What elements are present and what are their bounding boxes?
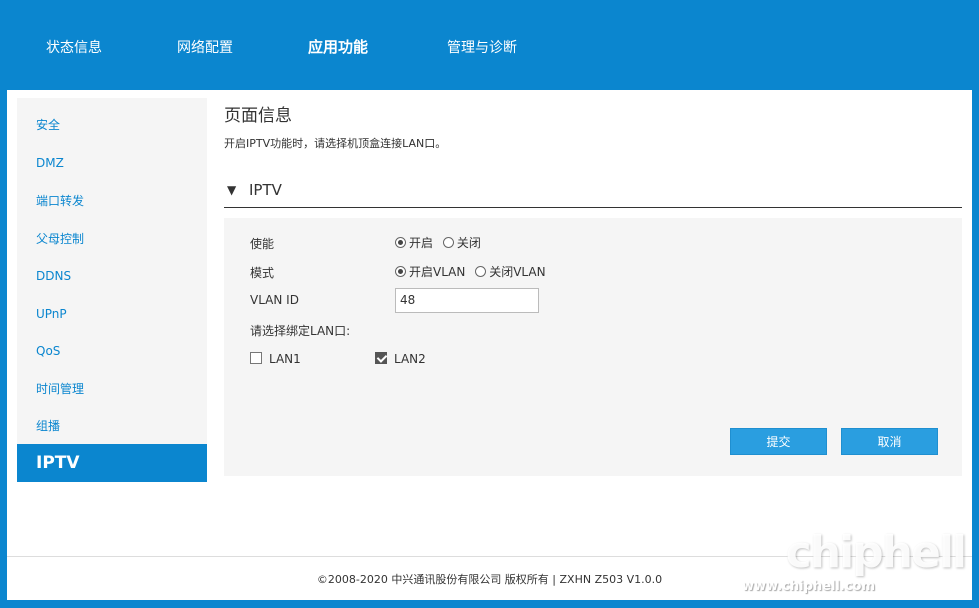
- enable-off-option[interactable]: 关闭: [442, 234, 481, 251]
- sidebar-item-qos[interactable]: QoS: [17, 332, 207, 370]
- mode-vlan-on-radio[interactable]: [395, 266, 406, 277]
- sidebar-item-ddns[interactable]: DDNS: [17, 257, 207, 295]
- enable-radio-group: 开启 关闭: [395, 234, 487, 251]
- sidebar-item-upnp[interactable]: UPnP: [17, 295, 207, 333]
- cancel-button[interactable]: 取消: [841, 428, 938, 455]
- lan1-checkbox[interactable]: [250, 352, 262, 364]
- submit-button[interactable]: 提交: [730, 428, 827, 455]
- vlan-id-input[interactable]: 48: [395, 288, 539, 313]
- sidebar: 安全 DMZ 端口转发 父母控制 DDNS UPnP QoS 时间管理 组播 I…: [17, 98, 207, 482]
- vlan-id-label: VLAN ID: [250, 293, 299, 307]
- lan2-option[interactable]: LAN2: [375, 352, 426, 366]
- sidebar-item-multicast[interactable]: 组播: [17, 407, 207, 445]
- mode-vlan-off-option[interactable]: 关闭VLAN: [475, 263, 546, 280]
- nav-management-diagnostics[interactable]: 管理与诊断: [447, 37, 517, 57]
- top-navigation: 状态信息 网络配置 应用功能 管理与诊断: [0, 0, 979, 90]
- watermark-url: www.chiphell.com: [742, 579, 875, 594]
- sidebar-item-iptv[interactable]: IPTV: [17, 444, 207, 482]
- page-description: 开启IPTV功能时，请选择机顶盒连接LAN口。: [224, 137, 447, 150]
- lan1-option[interactable]: LAN1: [250, 352, 301, 366]
- section-header-iptv[interactable]: ▼ IPTV: [224, 172, 962, 208]
- mode-vlan-off-radio[interactable]: [475, 266, 487, 277]
- lan-bind-label: 请选择绑定LAN口:: [250, 324, 351, 338]
- sidebar-item-dmz[interactable]: DMZ: [17, 144, 207, 182]
- enable-off-radio[interactable]: [442, 237, 454, 248]
- lan1-label: LAN1: [269, 352, 301, 366]
- lan2-checkbox[interactable]: [375, 352, 387, 364]
- sidebar-item-time-management[interactable]: 时间管理: [17, 370, 207, 408]
- section-title: IPTV: [249, 181, 282, 199]
- enable-on-radio[interactable]: [395, 237, 406, 248]
- lan2-label: LAN2: [394, 352, 426, 366]
- enable-on-option[interactable]: 开启: [395, 234, 433, 251]
- collapse-triangle-icon[interactable]: ▼: [227, 183, 236, 197]
- page-title: 页面信息: [224, 106, 292, 126]
- iptv-form: 使能 开启 关闭 模式 开启VLAN 关闭VLAN VLAN ID 48 请选择…: [224, 218, 962, 476]
- sidebar-item-parental-control[interactable]: 父母控制: [17, 220, 207, 258]
- nav-network-config[interactable]: 网络配置: [177, 37, 233, 57]
- nav-applications[interactable]: 应用功能: [308, 36, 368, 57]
- mode-vlan-on-option[interactable]: 开启VLAN: [395, 263, 465, 280]
- nav-status-info[interactable]: 状态信息: [46, 37, 102, 57]
- sidebar-item-port-forwarding[interactable]: 端口转发: [17, 182, 207, 220]
- mode-radio-group: 开启VLAN 关闭VLAN: [395, 263, 552, 280]
- main-panel: 安全 DMZ 端口转发 父母控制 DDNS UPnP QoS 时间管理 组播 I…: [7, 90, 972, 600]
- watermark-logo: chiphell: [785, 527, 967, 578]
- sidebar-item-security[interactable]: 安全: [17, 106, 207, 144]
- mode-label: 模式: [250, 266, 275, 280]
- enable-label: 使能: [250, 237, 275, 251]
